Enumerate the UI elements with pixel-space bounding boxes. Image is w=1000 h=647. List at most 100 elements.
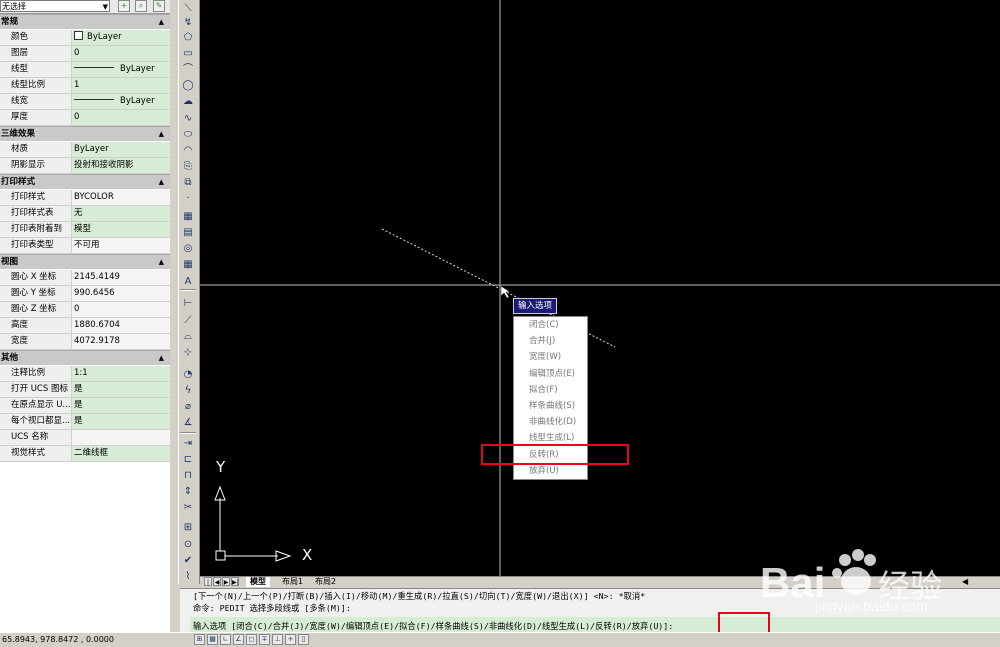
- osnap-icon[interactable]: ◻: [246, 634, 257, 645]
- gradient-icon[interactable]: ▤: [181, 226, 195, 240]
- property-value[interactable]: ByLayer: [72, 62, 170, 77]
- property-row[interactable]: 圆心 Z 坐标 0: [0, 302, 170, 318]
- property-row[interactable]: 每个视口都显... 是: [0, 414, 170, 430]
- snap-icon[interactable]: ⊞: [194, 634, 205, 645]
- last-tab-button[interactable]: ▶|: [231, 577, 239, 586]
- property-value[interactable]: 1:1: [72, 366, 170, 381]
- insert-block-icon[interactable]: ⎘: [181, 160, 195, 174]
- property-row[interactable]: 打印表附着到 模型: [0, 222, 170, 238]
- quick-select-icon[interactable]: ✎: [153, 0, 165, 12]
- dim-continue-icon[interactable]: ⊓: [181, 469, 195, 483]
- property-value[interactable]: 0: [72, 46, 170, 61]
- menu-item[interactable]: 非曲线化(D): [514, 414, 587, 430]
- dim-diameter-icon[interactable]: ⌀: [181, 400, 195, 414]
- line-icon[interactable]: ⟍: [181, 2, 195, 16]
- revcloud-icon[interactable]: ☁: [181, 95, 195, 109]
- menu-item[interactable]: 编辑顶点(E): [514, 366, 587, 382]
- ducs-icon[interactable]: ⊥: [272, 634, 283, 645]
- property-row[interactable]: 视觉样式 二维线框: [0, 446, 170, 462]
- dim-inspect-icon[interactable]: ✔: [181, 554, 195, 568]
- property-value[interactable]: 投射和接收阴影: [72, 158, 170, 173]
- menu-item[interactable]: 拟合(F): [514, 382, 587, 398]
- ellipse-arc-icon[interactable]: ◠: [181, 144, 195, 158]
- circle-icon[interactable]: ◯: [181, 79, 195, 93]
- dim-baseline-icon[interactable]: ⊏: [181, 453, 195, 467]
- property-row[interactable]: 高度 1880.6704: [0, 318, 170, 334]
- property-row[interactable]: 线型 ByLayer: [0, 62, 170, 78]
- section-header[interactable]: 视图 ▲: [0, 254, 170, 269]
- property-row[interactable]: 材质 ByLayer: [0, 142, 170, 158]
- tolerance-icon[interactable]: ⊞: [181, 521, 195, 535]
- point-icon[interactable]: ·: [181, 192, 195, 206]
- property-row[interactable]: 圆心 X 坐标 2145.4149: [0, 270, 170, 286]
- property-value[interactable]: 0: [72, 110, 170, 125]
- property-value[interactable]: ByLayer: [72, 142, 170, 157]
- ortho-icon[interactable]: ∟: [220, 634, 231, 645]
- quick-dim-icon[interactable]: ⇥: [181, 437, 195, 451]
- property-row[interactable]: 打开 UCS 图标是: [0, 382, 170, 398]
- tab-layout1[interactable]: 布局1: [278, 577, 307, 587]
- property-row[interactable]: 在原点显示 U... 是: [0, 398, 170, 414]
- dim-ordinate-icon[interactable]: ⊹: [181, 346, 195, 360]
- property-row[interactable]: 注释比例 1:1: [0, 366, 170, 382]
- tab-layout2[interactable]: 布局2: [311, 577, 340, 587]
- rectangle-icon[interactable]: ▭: [181, 47, 195, 61]
- property-value[interactable]: 二维线框: [72, 446, 170, 461]
- property-row[interactable]: 打印表类型 不可用: [0, 238, 170, 254]
- property-row[interactable]: 厚度 0: [0, 110, 170, 126]
- menu-item[interactable]: 合并(J): [514, 333, 587, 349]
- property-value[interactable]: 模型: [72, 222, 170, 237]
- section-header[interactable]: 打印样式 ▲: [0, 174, 170, 189]
- hscroll-left-icon[interactable]: ◀: [962, 577, 968, 586]
- property-row[interactable]: 打印样式 BYCOLOR: [0, 190, 170, 206]
- spline-icon[interactable]: ∿: [181, 112, 195, 126]
- arc-icon[interactable]: ⌒: [181, 63, 195, 77]
- next-tab-button[interactable]: ▶: [222, 577, 230, 586]
- property-value[interactable]: 1: [72, 78, 170, 93]
- section-header[interactable]: 三维效果 ▲: [0, 126, 170, 141]
- property-row[interactable]: UCS 名称: [0, 430, 170, 446]
- ellipse-icon[interactable]: ⬭: [181, 128, 195, 142]
- menu-item[interactable]: 闭合(C): [514, 317, 587, 333]
- menu-item[interactable]: 样条曲线(S): [514, 398, 587, 414]
- property-row[interactable]: 颜色 ByLayer: [0, 30, 170, 46]
- property-value[interactable]: 是: [72, 398, 170, 413]
- grid-icon[interactable]: ▦: [207, 634, 218, 645]
- region-icon[interactable]: ◎: [181, 242, 195, 256]
- dim-jogged-icon[interactable]: ϟ: [181, 384, 195, 398]
- mtext-icon[interactable]: A: [181, 275, 195, 289]
- hatch-icon[interactable]: ▦: [181, 210, 195, 224]
- property-row[interactable]: 线宽 ByLayer: [0, 94, 170, 110]
- property-value[interactable]: 是: [72, 414, 170, 429]
- polar-icon[interactable]: ∠: [233, 634, 244, 645]
- section-header[interactable]: 其他 ▲: [0, 350, 170, 365]
- polygon-icon[interactable]: ⬠: [181, 31, 195, 45]
- property-row[interactable]: 圆心 Y 坐标 990.6456: [0, 286, 170, 302]
- dim-arc-icon[interactable]: ⌓: [181, 330, 195, 344]
- collapse-icon[interactable]: ▲: [159, 15, 164, 30]
- tab-model[interactable]: 模型: [246, 577, 270, 587]
- make-block-icon[interactable]: ⧉: [181, 176, 195, 190]
- dim-angular-icon[interactable]: ∡: [181, 416, 195, 430]
- drawing-canvas[interactable]: Y X: [200, 0, 1000, 576]
- property-value[interactable]: ByLayer: [72, 94, 170, 109]
- property-row[interactable]: 打印样式表无: [0, 206, 170, 222]
- otrack-icon[interactable]: ∓: [259, 634, 270, 645]
- property-row[interactable]: 宽度 4072.9178: [0, 334, 170, 350]
- collapse-icon[interactable]: ▲: [159, 351, 164, 366]
- dim-break-icon[interactable]: ✂: [181, 501, 195, 515]
- select-objects-icon[interactable]: ⌕: [135, 0, 147, 12]
- property-value[interactable]: 无: [72, 206, 170, 221]
- dim-jogline-icon[interactable]: ⌇: [181, 570, 195, 584]
- table-icon[interactable]: ▦: [181, 258, 195, 272]
- property-row[interactable]: 线型比例 1: [0, 78, 170, 94]
- property-row[interactable]: 图层 0: [0, 46, 170, 62]
- toggle-pickadd-button[interactable]: +: [118, 0, 130, 12]
- dyn-icon[interactable]: +: [285, 634, 296, 645]
- first-tab-button[interactable]: |◀: [204, 577, 212, 595]
- collapse-icon[interactable]: ▲: [159, 127, 164, 142]
- polyline-icon[interactable]: ↯: [181, 16, 195, 30]
- section-header[interactable]: 常规 ▲: [0, 14, 170, 29]
- menu-item[interactable]: 放弃(U): [514, 463, 587, 479]
- dim-aligned-icon[interactable]: ⟋: [181, 314, 195, 328]
